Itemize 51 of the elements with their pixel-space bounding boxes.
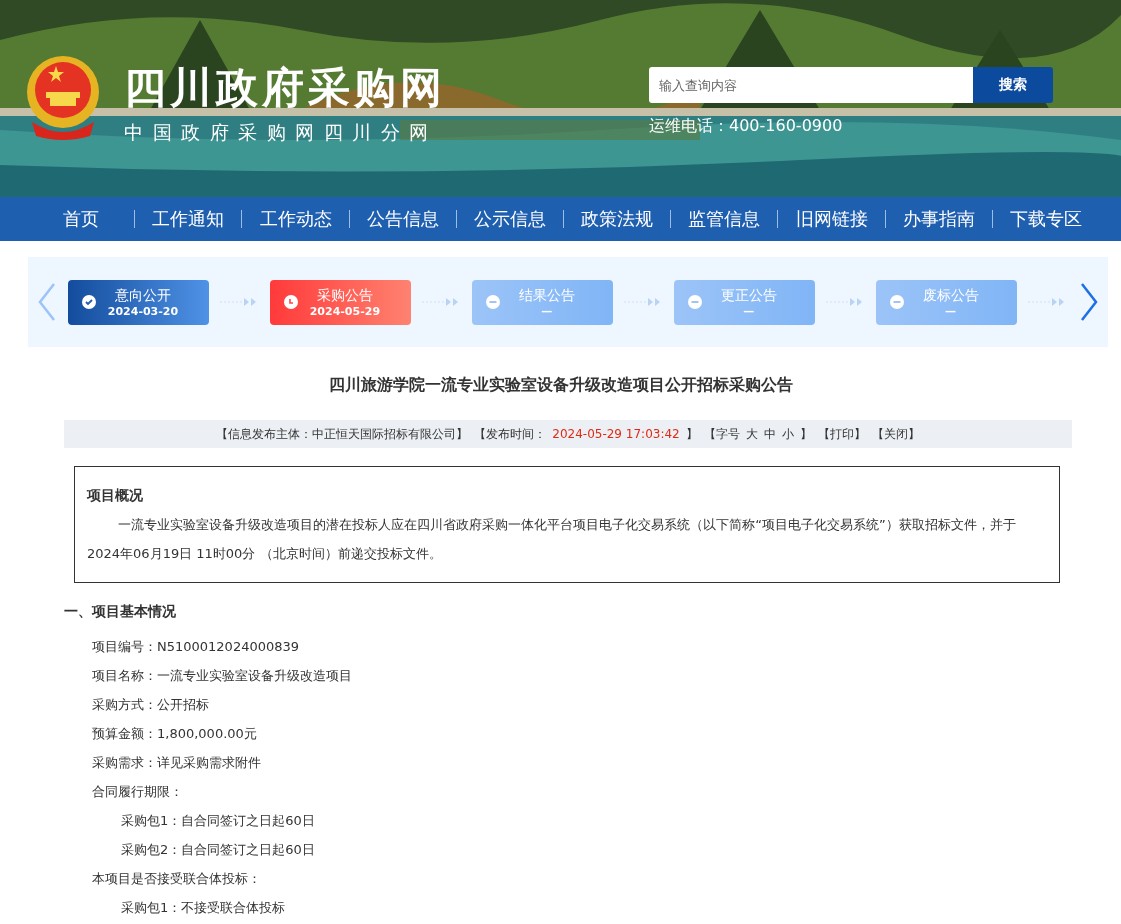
- overview-paragraph: 一流专业实验室设备升级改造项目的潜在投标人应在四川省政府采购一体化平台项目电子化交易系统（以下简称“项目电子化交易系统”）获取招标文件，并于 2024年06月19日 11时00分 （北京时间）前递交投标文件。: [87, 516, 1017, 563]
- step-date: —: [945, 304, 957, 318]
- nav-link[interactable]: 公告信息: [348, 210, 456, 228]
- overview-heading: 项目概况: [87, 486, 144, 505]
- time-label: 【发布时间：: [474, 425, 547, 443]
- nav-link[interactable]: 工作通知: [134, 210, 242, 228]
- nav-link[interactable]: 监管信息: [670, 210, 778, 228]
- step-label: 结果公告: [518, 286, 575, 305]
- detail-line: 本项目是否接受联合体投标：: [92, 870, 262, 888]
- search-field[interactable]: 输入查询内容: [649, 67, 973, 103]
- step-date: 2024-03-20: [107, 304, 179, 318]
- site-title: 四川政府采购网: [124, 62, 446, 114]
- font-size-link[interactable]: 中: [763, 425, 776, 443]
- hotline-text: 运维电话：400-160-0900: [649, 116, 844, 137]
- action-link[interactable]: 【关闭】: [871, 425, 920, 443]
- site-subtitle: 中国政府采购网四川分网: [124, 120, 439, 145]
- step-label: 废标公告: [922, 286, 979, 305]
- nav-link[interactable]: 办事指南: [884, 210, 992, 228]
- detail-line: 预算金额：1,800,000.00元: [92, 725, 258, 743]
- step-label: 更正公告: [720, 286, 777, 305]
- detail-line: 采购包1：不接受联合体投标: [120, 899, 287, 917]
- bracket-text: 】: [799, 425, 812, 443]
- publish-time: 2024-05-29 17:03:42: [552, 427, 680, 441]
- action-link[interactable]: 【打印】: [817, 425, 866, 443]
- step-label: 采购公告: [316, 286, 373, 305]
- detail-line: 采购方式：公开招标: [92, 696, 210, 714]
- detail-line: 采购需求：详见采购需求附件: [92, 754, 262, 772]
- font-size-link[interactable]: 大: [745, 425, 758, 443]
- font-size-link[interactable]: 小: [781, 425, 794, 443]
- font-size-label: 【字号: [703, 425, 740, 443]
- step-date: —: [541, 304, 553, 318]
- detail-line: 项目名称：一流专业实验室设备升级改造项目: [92, 667, 353, 685]
- nav-link[interactable]: 首页: [28, 210, 135, 228]
- detail-line: 采购包2：自合同签订之日起60日: [120, 841, 316, 859]
- detail-line: 采购包1：自合同签订之日起60日: [120, 812, 316, 830]
- nav-link[interactable]: 旧网链接: [777, 210, 885, 228]
- notice-title: 四川旅游学院一流专业实验室设备升级改造项目公开招标采购公告: [327, 375, 794, 396]
- search-button[interactable]: 搜索: [973, 67, 1053, 103]
- nav-link[interactable]: 工作动态: [241, 210, 349, 228]
- step-date: 2024-05-29: [309, 304, 381, 318]
- nav-link[interactable]: 公示信息: [455, 210, 563, 228]
- detail-line: 合同履行期限：: [92, 783, 184, 801]
- detail-line: 项目编号：N5100012024000839: [92, 638, 301, 656]
- step-label: 意向公开: [114, 286, 171, 305]
- nav-link[interactable]: 下载专区: [991, 210, 1100, 228]
- step-card[interactable]: 意向公开 2024-03-20: [68, 279, 210, 325]
- publisher-text: 【信息发布主体：中正恒天国际招标有限公司】: [216, 425, 469, 443]
- section-heading: 一、项目基本情况: [64, 603, 177, 621]
- bracket-text: 】: [685, 425, 698, 443]
- step-date: —: [743, 304, 755, 318]
- nav-link[interactable]: 政策法规: [563, 210, 671, 228]
